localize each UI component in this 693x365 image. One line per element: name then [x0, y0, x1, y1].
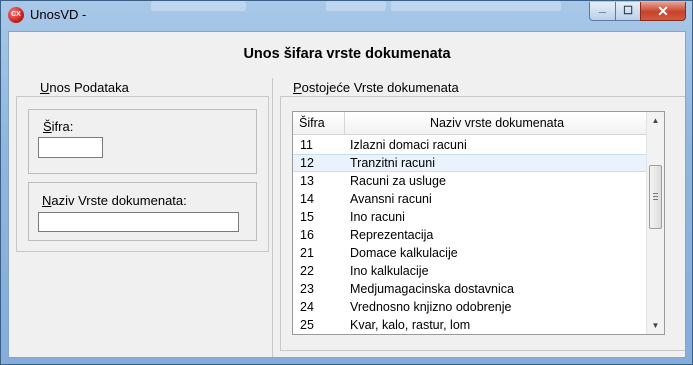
scroll-up-icon[interactable]: ▲ [647, 112, 664, 129]
row-name: Tranzitni racuni [350, 156, 435, 170]
window-title: UnosVD - [30, 7, 87, 22]
row-name: Domace kalkulacije [350, 246, 458, 260]
row-code: 16 [300, 228, 314, 242]
column-header-sifra[interactable]: Šifra [299, 112, 325, 134]
naziv-label: Naziv Vrste dokumenata: [42, 193, 187, 208]
table-row[interactable]: 25 Kvar, kalo, rastur, lom [293, 316, 648, 334]
minimize-button[interactable]: _ [589, 0, 616, 21]
row-name: Izlazni domaci racuni [350, 138, 467, 152]
entry-group-legend: Unos Podataka [37, 80, 132, 95]
row-name: Ino racuni [350, 210, 405, 224]
row-name: Kvar, kalo, rastur, lom [350, 318, 471, 332]
table-row[interactable]: 11 Izlazni domaci racuni [293, 136, 648, 154]
row-code: 25 [300, 318, 314, 332]
client-area: Unos šifara vrste dokumenata Unos Podata… [8, 31, 686, 358]
background-blur [326, 1, 386, 11]
table-row[interactable]: 24 Vrednosno knjizno odobrenje [293, 298, 648, 316]
list-group-legend: Postojeće Vrste dokumenata [290, 80, 462, 95]
column-header-naziv[interactable]: Naziv vrste dokumenata [344, 112, 649, 134]
minimize-icon: _ [598, 0, 607, 14]
table-row[interactable]: 16 Reprezentacija [293, 226, 648, 244]
group-divider [272, 78, 273, 357]
background-blur [391, 1, 561, 11]
grip-line [653, 196, 658, 197]
sifra-input[interactable] [38, 137, 103, 158]
row-name: Avansni racuni [350, 192, 432, 206]
row-code: 24 [300, 300, 314, 314]
row-name: Reprezentacija [350, 228, 434, 242]
table-row[interactable]: 13 Racuni za usluge [293, 172, 648, 190]
row-code: 21 [300, 246, 314, 260]
row-name: Ino kalkulacije [350, 264, 429, 278]
grid-header: Šifra Naziv vrste dokumenata [293, 112, 648, 135]
row-code: 23 [300, 282, 314, 296]
row-code: 22 [300, 264, 314, 278]
row-code: 14 [300, 192, 314, 206]
app-icon[interactable]: CX [8, 7, 24, 23]
table-row[interactable]: 23 Medjumagacinska dostavnica [293, 280, 648, 298]
app-window: CX UnosVD - _ ☐ ✕ Unos šifara vrste doku… [0, 0, 693, 365]
table-row[interactable]: 14 Avansni racuni [293, 190, 648, 208]
table-row[interactable]: 22 Ino kalkulacije [293, 262, 648, 280]
row-name: Racuni za usluge [350, 174, 446, 188]
close-icon: ✕ [657, 3, 669, 19]
title-bar[interactable]: CX UnosVD - _ ☐ ✕ [1, 0, 692, 29]
naziv-input[interactable] [38, 212, 239, 232]
vertical-scrollbar[interactable]: ▲ ▼ [646, 112, 664, 334]
table-row-selected[interactable]: 12 Tranzitni racuni [293, 154, 648, 172]
document-types-grid[interactable]: Šifra Naziv vrste dokumenata 11 Izlazni d… [292, 111, 665, 335]
grip-line [653, 199, 658, 200]
row-name: Vrednosno knjizno odobrenje [350, 300, 512, 314]
row-code: 13 [300, 174, 314, 188]
sifra-label: Šifra: [43, 119, 74, 134]
maximize-icon: ☐ [623, 5, 633, 17]
row-name: Medjumagacinska dostavnica [350, 282, 514, 296]
maximize-button[interactable]: ☐ [615, 2, 641, 21]
table-row[interactable]: 15 Ino racuni [293, 208, 648, 226]
background-blur [151, 1, 246, 11]
scroll-thumb[interactable] [649, 165, 662, 229]
form-heading: Unos šifara vrste dokumenata [243, 46, 451, 62]
row-code: 11 [300, 138, 313, 152]
scroll-down-icon[interactable]: ▼ [647, 317, 664, 334]
table-row[interactable]: 21 Domace kalkulacije [293, 244, 648, 262]
close-button[interactable]: ✕ [640, 2, 686, 21]
row-code: 12 [300, 156, 314, 170]
grip-line [653, 193, 658, 194]
row-code: 15 [300, 210, 314, 224]
